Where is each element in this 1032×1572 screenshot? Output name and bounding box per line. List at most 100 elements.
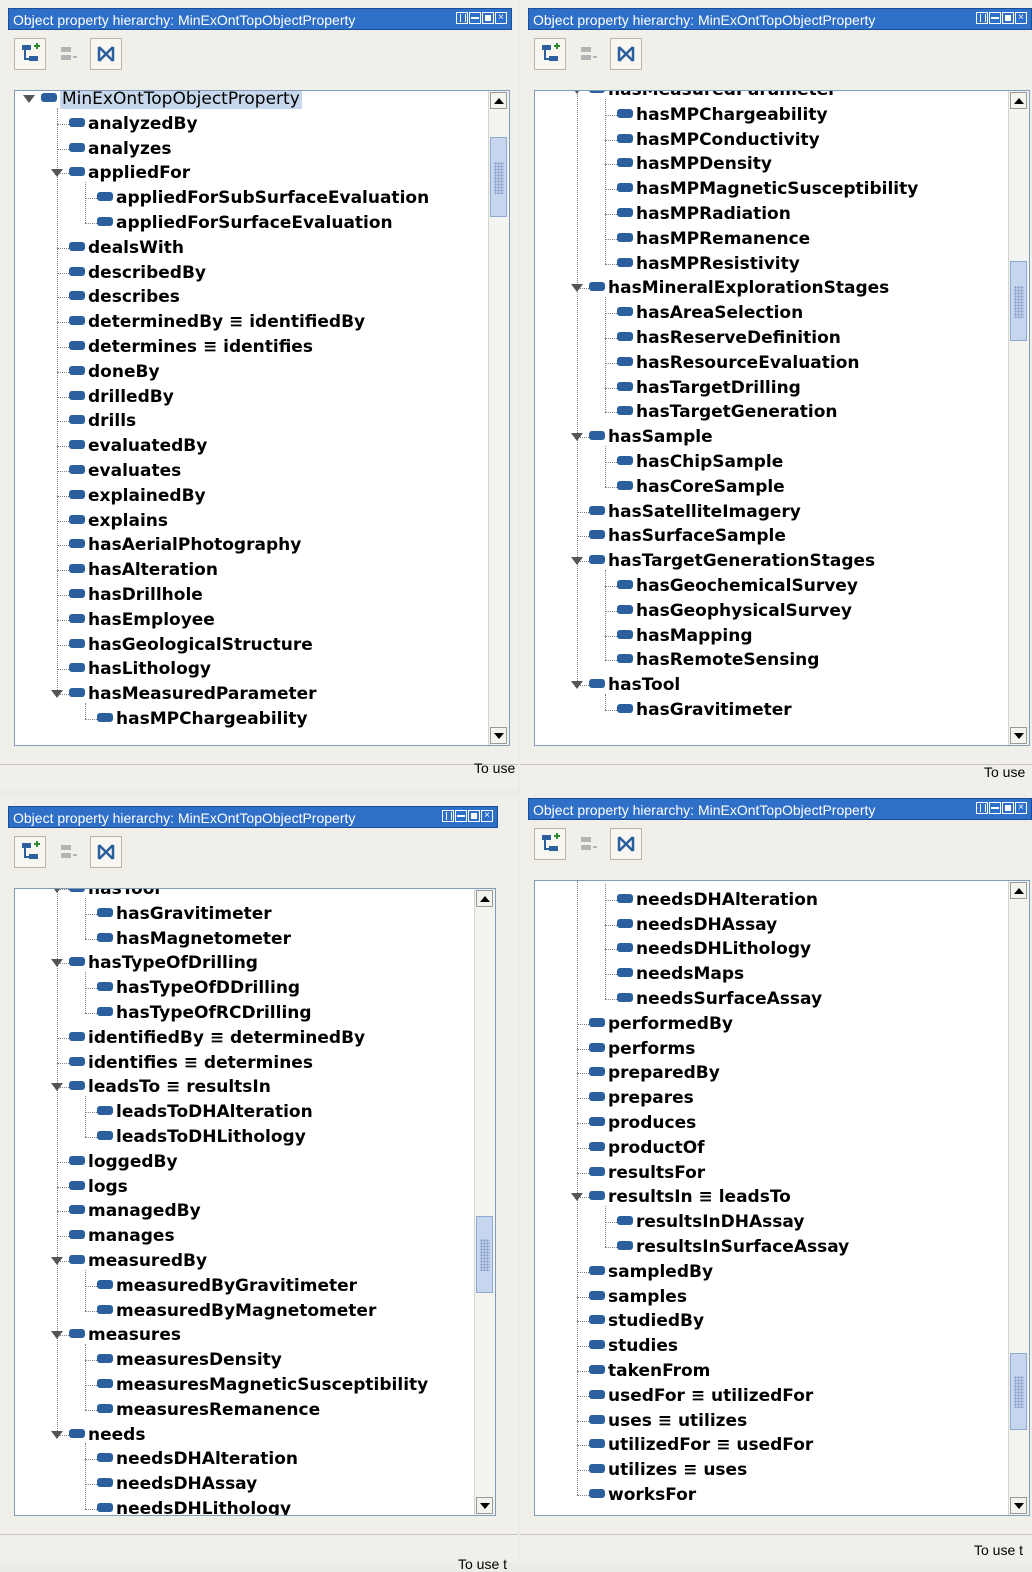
tree-node-row[interactable]: appliedForSubSurfaceEvaluation (97, 186, 429, 210)
view-options-icon[interactable] (456, 12, 468, 24)
close-icon[interactable]: × (495, 12, 507, 24)
add-subproperty-button[interactable] (14, 836, 46, 868)
tree-node-row[interactable]: explainedBy (69, 484, 206, 508)
minimize-icon[interactable] (469, 12, 481, 24)
tree-node-row[interactable]: leadsTo ≡ resultsIn (69, 1075, 271, 1099)
tree-node-row[interactable]: identifies ≡ determines (69, 1051, 313, 1075)
tree-node-row[interactable]: hasMapping (617, 624, 753, 648)
tree-node-row[interactable]: produces (589, 1111, 696, 1135)
tree-node-row[interactable]: identifiedBy ≡ determinedBy (69, 1026, 365, 1050)
tree-node-row[interactable]: hasMPChargeability (97, 707, 308, 731)
tree-node-row[interactable]: hasTargetGeneration (617, 400, 838, 424)
scroll-up-arrow-icon[interactable] (1010, 882, 1027, 899)
add-subproperty-button[interactable] (534, 38, 566, 70)
tree-node-row[interactable]: needsDHAlteration (617, 888, 818, 912)
tree-node-row[interactable]: needsSurfaceAssay (617, 987, 822, 1011)
tree-node-row[interactable]: measuredByGravitimeter (97, 1274, 357, 1298)
close-icon[interactable]: × (1015, 802, 1027, 814)
expand-toggle-icon[interactable] (571, 433, 583, 442)
tree-node-row[interactable]: hasMPRemanence (617, 227, 810, 251)
vertical-scrollbar[interactable] (1008, 91, 1029, 745)
tree-node-row[interactable]: resultsFor (589, 1161, 705, 1185)
tree-node-row[interactable]: hasMeasuredParameter (589, 91, 837, 102)
tree-node-row[interactable]: measuredBy (69, 1249, 207, 1273)
tree-node-row[interactable]: uses ≡ utilizes (589, 1409, 747, 1433)
tree-node-row[interactable]: leadsToDHLithology (97, 1125, 306, 1149)
scroll-down-arrow-icon[interactable] (490, 727, 507, 744)
tree-node-row[interactable]: doneBy (69, 360, 160, 384)
expand-toggle-icon[interactable] (571, 1193, 583, 1202)
tree-node-row[interactable]: hasMineralExplorationStages (589, 276, 889, 300)
expand-toggle-icon[interactable] (51, 1257, 63, 1265)
tree-node-row[interactable]: determines ≡ identifies (69, 335, 313, 359)
tree-node-row[interactable]: hasTypeOfDrilling (69, 951, 258, 975)
tree-node-row[interactable]: worksFor (589, 1483, 696, 1507)
close-icon[interactable]: × (1015, 12, 1027, 24)
tree-node-row[interactable]: analyzedBy (69, 112, 198, 136)
tree-node-row[interactable]: hasAreaSelection (617, 301, 803, 325)
tree-node-row[interactable]: hasAlteration (69, 558, 218, 582)
tree-node-row[interactable]: hasMPResistivity (617, 252, 800, 276)
tree-node-row[interactable]: performs (589, 1037, 695, 1061)
tree-node-row[interactable]: needsDHLithology (617, 937, 811, 961)
expand-toggle-icon[interactable] (571, 284, 583, 293)
tree-node-row[interactable]: needsMaps (617, 962, 744, 986)
scroll-up-arrow-icon[interactable] (476, 890, 493, 907)
scroll-up-arrow-icon[interactable] (490, 92, 507, 109)
tree-node-row[interactable]: needsDHAssay (617, 913, 777, 937)
maximize-icon[interactable] (482, 12, 494, 24)
tree-node-row[interactable]: hasGravitimeter (97, 902, 272, 926)
tree-node-row[interactable]: measures (69, 1323, 181, 1347)
tree-node-row[interactable]: loggedBy (69, 1150, 178, 1174)
tree-node-row[interactable]: hasGeochemicalSurvey (617, 574, 858, 598)
add-subproperty-button[interactable] (14, 38, 46, 70)
tree-node-row[interactable]: hasSample (589, 425, 713, 449)
expand-toggle-icon[interactable] (571, 557, 583, 566)
tree-node-row[interactable]: preparedBy (589, 1061, 720, 1085)
tree-node-row[interactable]: hasDrillhole (69, 583, 203, 607)
scroll-down-arrow-icon[interactable] (476, 1497, 493, 1514)
tree-node-row[interactable]: hasTypeOfDDrilling (97, 976, 300, 1000)
tree-node-row[interactable]: needsDHAlteration (97, 1447, 298, 1471)
expand-toggle-icon[interactable] (571, 91, 583, 94)
tree-node-row[interactable]: MinExOntTopObjectProperty (41, 91, 302, 111)
tree-node-row[interactable]: hasMPRadiation (617, 202, 791, 226)
add-sibling-property-button[interactable] (52, 38, 84, 70)
tree-node-row[interactable]: explains (69, 509, 168, 533)
tree-node-row[interactable]: measuresDensity (97, 1348, 282, 1372)
tree-node-row[interactable]: hasMPMagneticSusceptibility (617, 177, 918, 201)
tree-node-row[interactable]: needsDHAssay (97, 1472, 257, 1496)
tree-node-row[interactable]: resultsInSurfaceAssay (617, 1235, 849, 1259)
expand-toggle-icon[interactable] (23, 95, 35, 103)
tree-node-row[interactable]: hasMagnetometer (97, 927, 291, 951)
minimize-icon[interactable] (989, 12, 1001, 24)
tree-node-row[interactable]: studies (589, 1334, 678, 1358)
view-options-icon[interactable] (976, 802, 988, 814)
add-sibling-property-button[interactable] (572, 828, 604, 860)
tree-node-row[interactable]: hasSatelliteImagery (589, 500, 801, 524)
view-options-icon[interactable] (976, 12, 988, 24)
vertical-scrollbar[interactable] (1008, 881, 1029, 1515)
tree-node-row[interactable]: determinedBy ≡ identifiedBy (69, 310, 365, 334)
expand-toggle-icon[interactable] (51, 959, 63, 968)
tree-node-row[interactable]: takenFrom (589, 1359, 710, 1383)
scroll-thumb[interactable] (1010, 260, 1027, 341)
tree-node-row[interactable]: usedFor ≡ utilizedFor (589, 1384, 813, 1408)
tree-node-row[interactable]: hasSurfaceSample (589, 524, 786, 548)
tree-node-row[interactable]: logs (69, 1175, 128, 1199)
tree-node-row[interactable]: measuredByMagnetometer (97, 1299, 376, 1323)
scroll-thumb[interactable] (490, 136, 507, 218)
vertical-scrollbar[interactable] (488, 91, 509, 745)
tree-node-row[interactable]: analyzes (69, 137, 172, 161)
tree-node-row[interactable]: resultsInDHAssay (617, 1210, 804, 1234)
add-subproperty-button[interactable] (534, 828, 566, 860)
tree-node-row[interactable]: hasTargetGenerationStages (589, 549, 875, 573)
tree-node-row[interactable]: hasResourceEvaluation (617, 351, 860, 375)
tree-node-row[interactable]: hasRemoteSensing (617, 648, 819, 672)
tree-node-row[interactable]: utilizedFor ≡ usedFor (589, 1433, 813, 1457)
tree-node-row[interactable]: resultsIn ≡ leadsTo (589, 1185, 791, 1209)
scroll-thumb[interactable] (1010, 1352, 1027, 1431)
tree-node-row[interactable]: hasGeophysicalSurvey (617, 599, 852, 623)
tree-node-row[interactable]: hasMPDensity (617, 152, 772, 176)
tree-node-row[interactable]: hasTool (69, 889, 160, 901)
